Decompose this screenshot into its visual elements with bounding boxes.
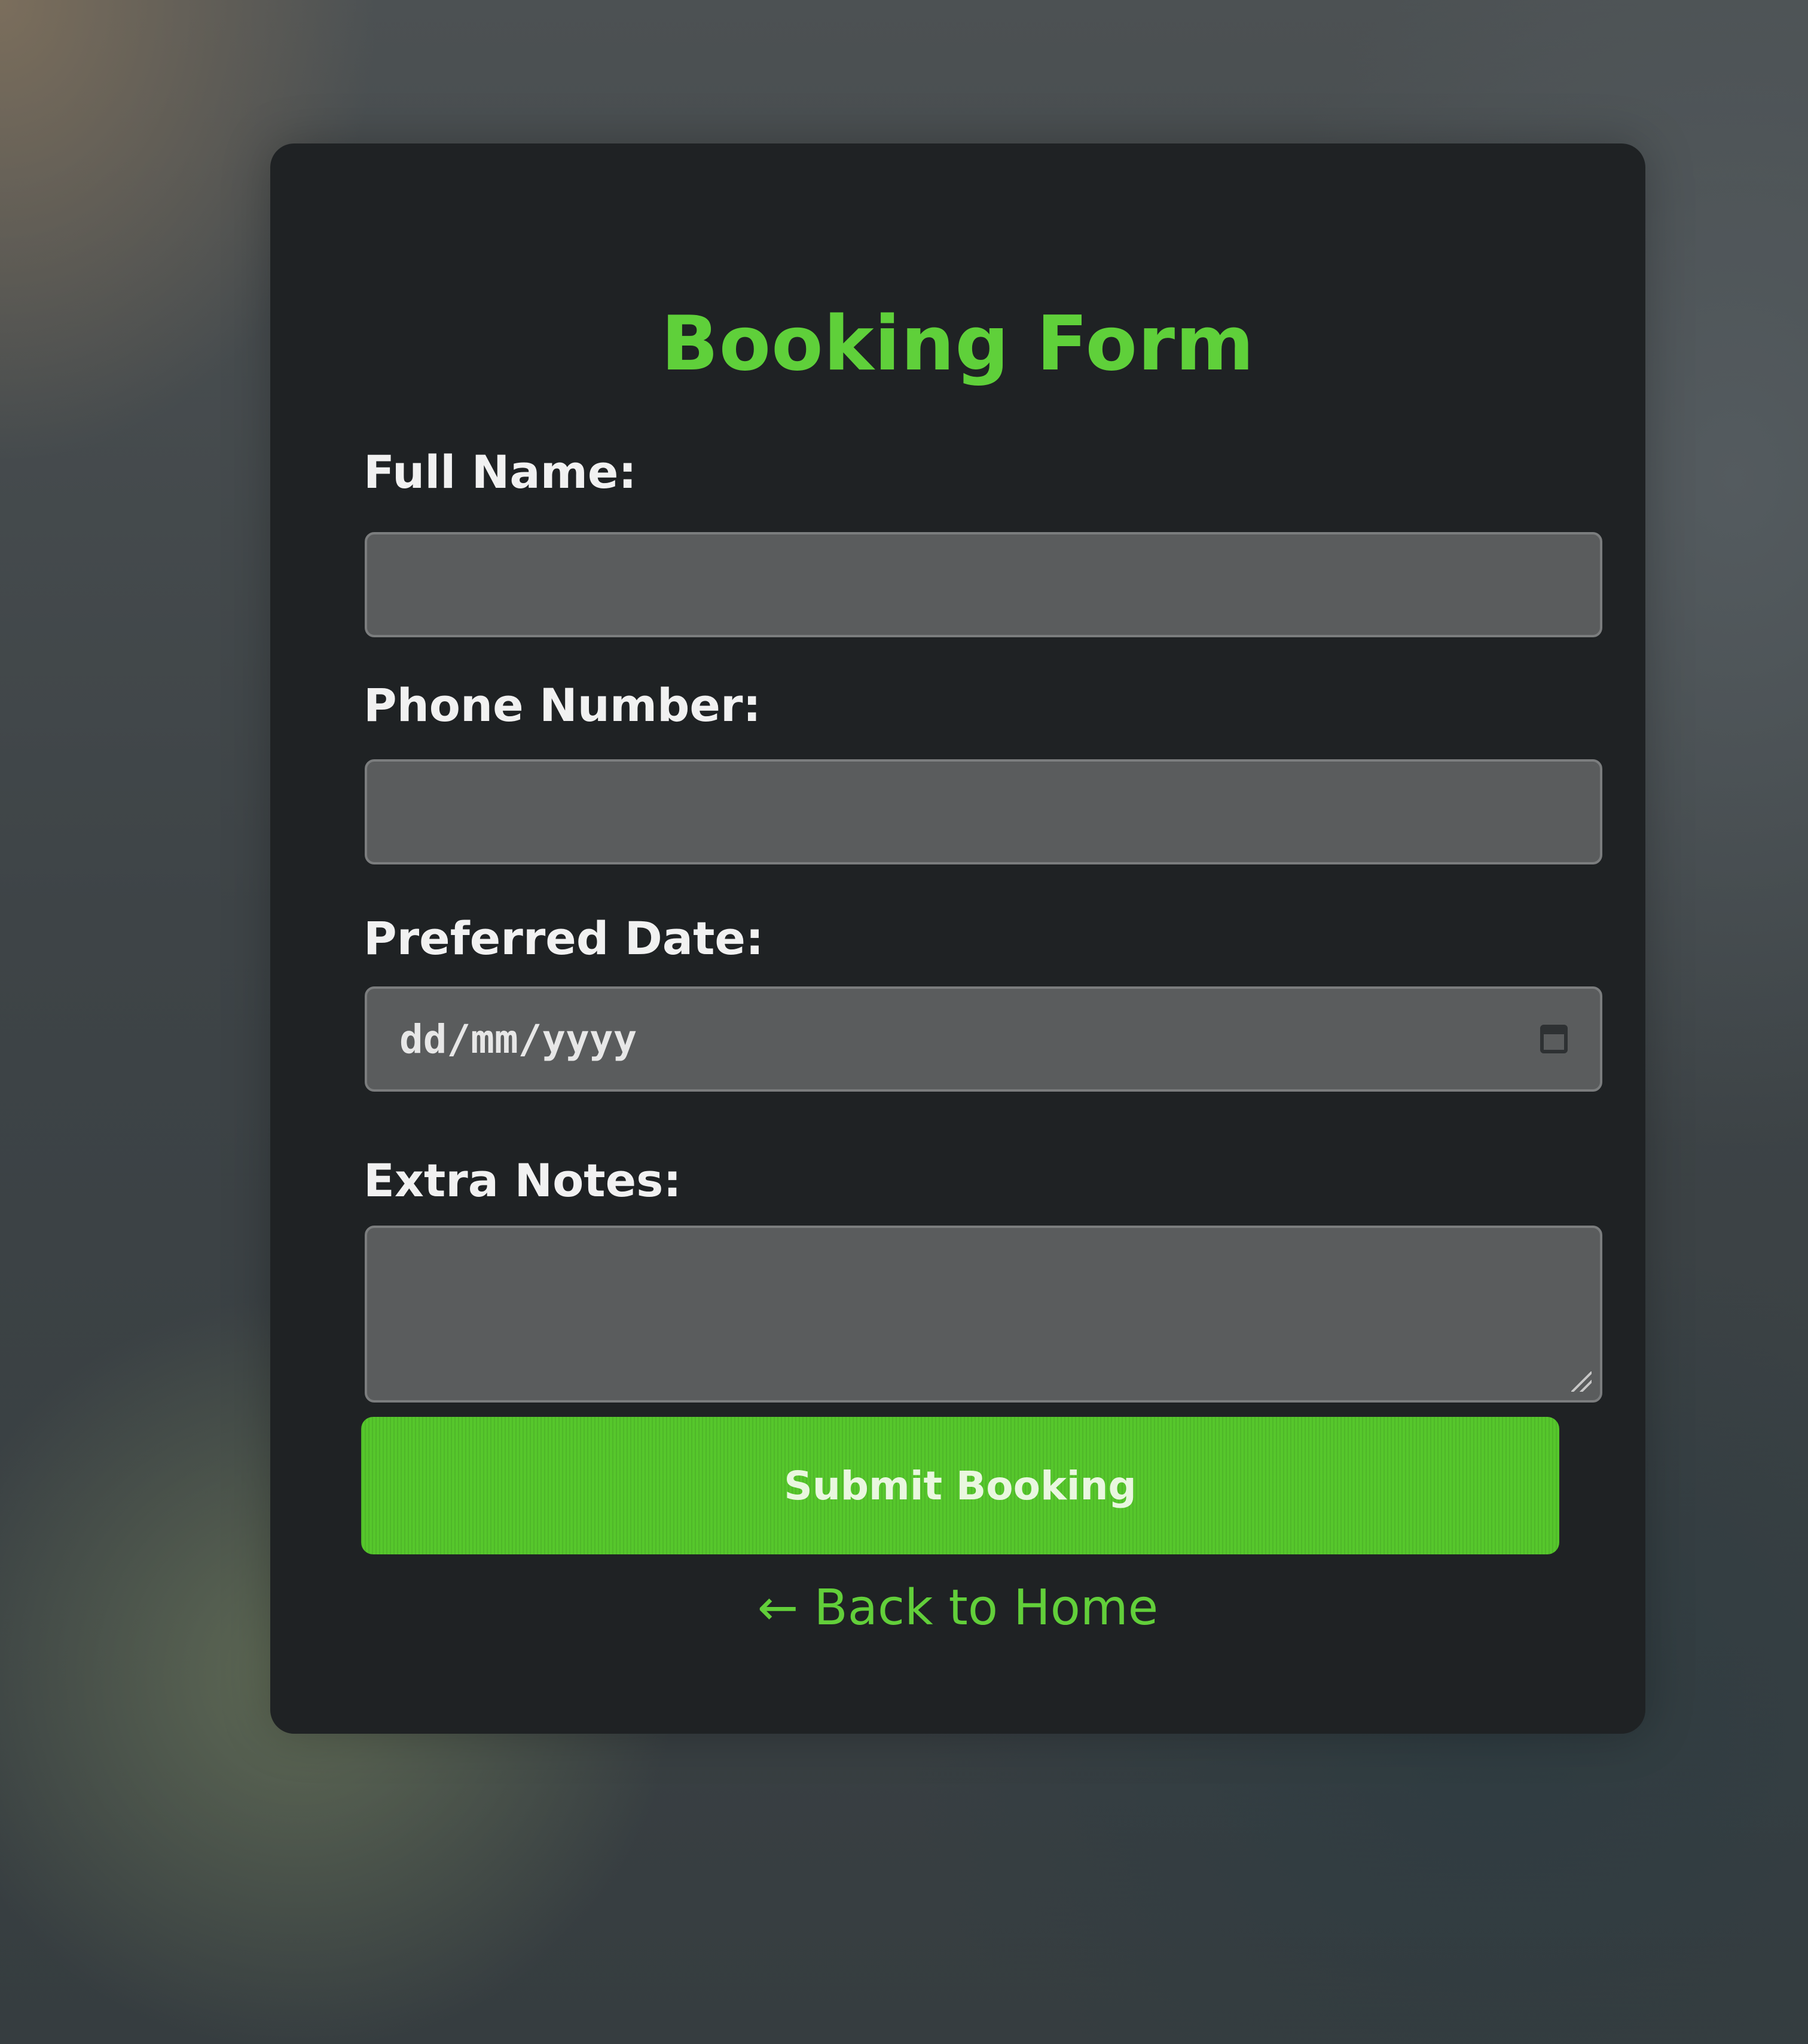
form-title: Booking Form [661, 300, 1255, 387]
phone-number-label: Phone Number: [364, 679, 761, 732]
extra-notes-label: Extra Notes: [364, 1154, 682, 1207]
full-name-label: Full Name: [364, 445, 637, 499]
preferred-date-input[interactable]: dd/mm/yyyy [365, 986, 1602, 1092]
extra-notes-textarea[interactable] [365, 1226, 1602, 1403]
preferred-date-label: Preferred Date: [364, 912, 764, 965]
calendar-icon[interactable] [1540, 1025, 1568, 1053]
back-to-home-link[interactable]: ← Back to Home [270, 1578, 1645, 1638]
phone-number-input[interactable] [365, 759, 1602, 864]
submit-booking-button[interactable]: Submit Booking [361, 1417, 1559, 1554]
full-name-input[interactable] [365, 532, 1602, 637]
resize-handle-icon[interactable] [1571, 1371, 1592, 1392]
date-placeholder: dd/mm/yyyy [399, 1016, 637, 1062]
booking-form-card: Booking Form Full Name: Phone Number: Pr… [270, 143, 1645, 1734]
